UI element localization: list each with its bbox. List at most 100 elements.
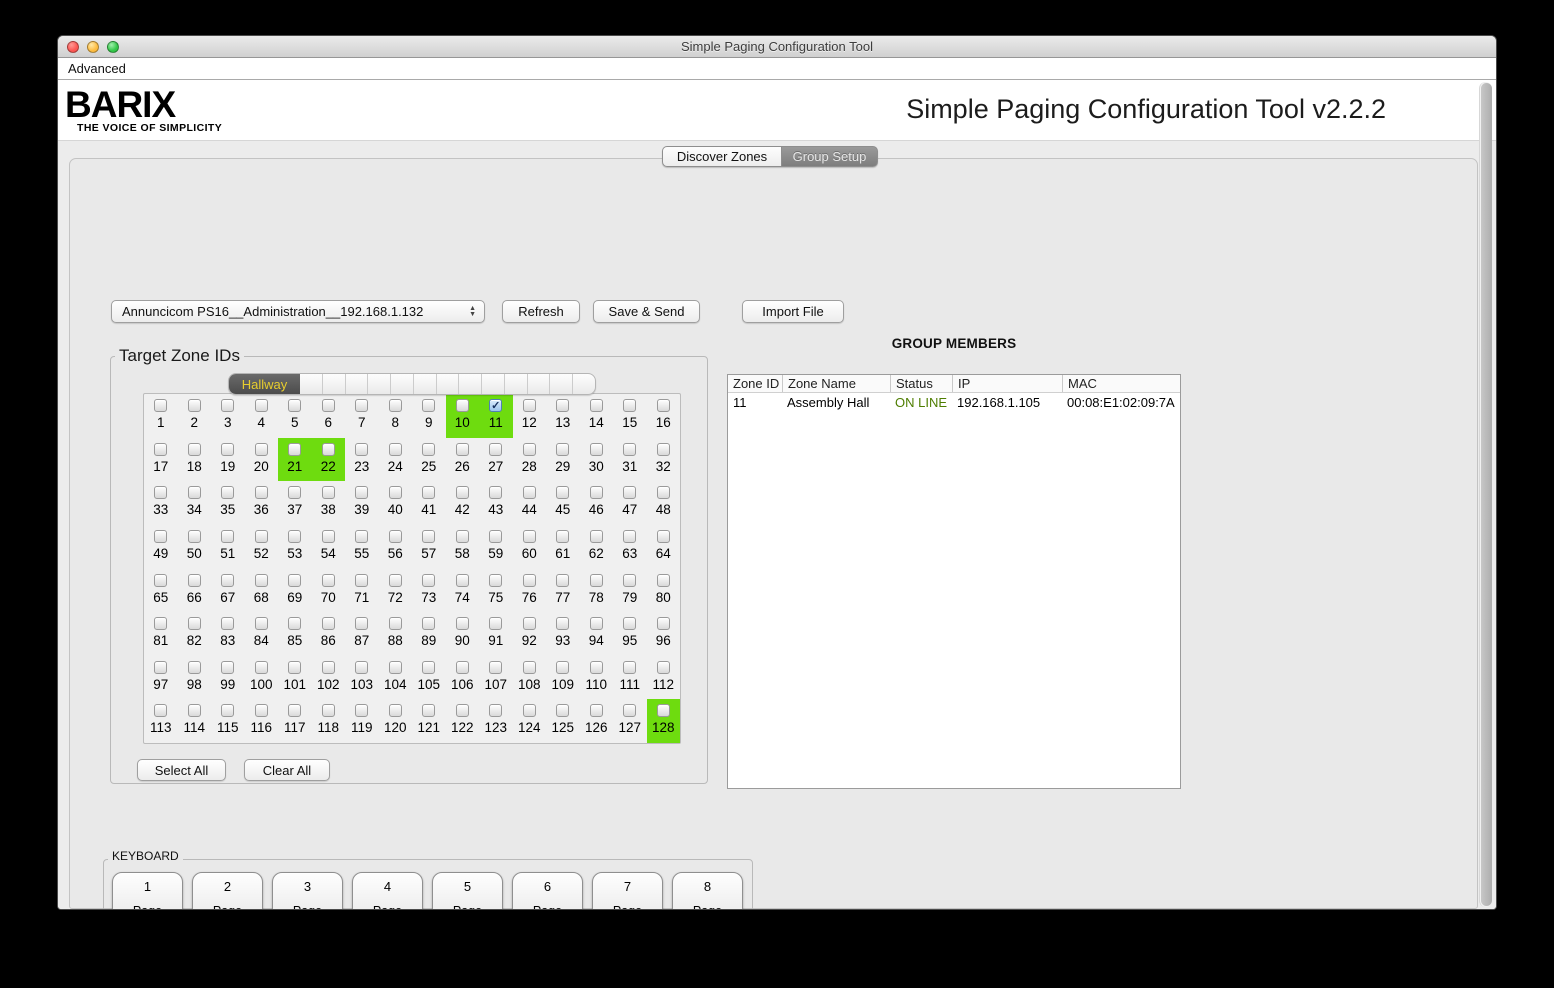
zone-cell-34[interactable]: 34 [178, 481, 212, 525]
select-all-button[interactable]: Select All [137, 759, 226, 781]
zone-checkbox-33[interactable] [154, 486, 167, 499]
zone-cell-59[interactable]: 59 [479, 525, 513, 569]
zone-cell-58[interactable]: 58 [446, 525, 480, 569]
zone-checkbox-93[interactable] [556, 617, 569, 630]
zone-checkbox-95[interactable] [623, 617, 636, 630]
zone-checkbox-126[interactable] [590, 704, 603, 717]
zone-cell-65[interactable]: 65 [144, 569, 178, 613]
zone-checkbox-116[interactable] [255, 704, 268, 717]
zone-cell-126[interactable]: 126 [580, 699, 614, 743]
zone-checkbox-1[interactable] [154, 399, 167, 412]
zone-checkbox-37[interactable] [288, 486, 301, 499]
page-group-key-7[interactable]: 7PageGroup 7 [592, 872, 663, 910]
zone-checkbox-107[interactable] [489, 661, 502, 674]
zone-cell-54[interactable]: 54 [312, 525, 346, 569]
zone-cell-80[interactable]: 80 [647, 569, 681, 613]
zone-checkbox-106[interactable] [456, 661, 469, 674]
zone-cell-49[interactable]: 49 [144, 525, 178, 569]
zone-checkbox-11[interactable]: ✓ [489, 399, 502, 412]
zone-cell-11[interactable]: ✓11 [479, 394, 513, 438]
zone-cell-86[interactable]: 86 [312, 612, 346, 656]
zone-checkbox-75[interactable] [489, 574, 502, 587]
zone-cell-125[interactable]: 125 [546, 699, 580, 743]
page-group-key-1[interactable]: 1PageGroup 1 [112, 872, 183, 910]
zone-checkbox-60[interactable] [523, 530, 536, 543]
zone-cell-127[interactable]: 127 [613, 699, 647, 743]
zone-cell-44[interactable]: 44 [513, 481, 547, 525]
page-group-key-3[interactable]: 3PageGroup 3 [272, 872, 343, 910]
zone-cell-107[interactable]: 107 [479, 656, 513, 700]
zone-checkbox-121[interactable] [422, 704, 435, 717]
zone-checkbox-102[interactable] [322, 661, 335, 674]
vertical-scrollbar[interactable] [1479, 82, 1492, 907]
zone-cell-128[interactable]: 128 [647, 699, 681, 743]
zone-checkbox-88[interactable] [389, 617, 402, 630]
zone-checkbox-41[interactable] [422, 486, 435, 499]
zone-checkbox-30[interactable] [590, 443, 603, 456]
zone-checkbox-4[interactable] [255, 399, 268, 412]
zone-checkbox-27[interactable] [489, 443, 502, 456]
zone-cell-8[interactable]: 8 [379, 394, 413, 438]
zone-checkbox-78[interactable] [590, 574, 603, 587]
zone-checkbox-28[interactable] [523, 443, 536, 456]
zone-checkbox-2[interactable] [188, 399, 201, 412]
zone-cell-9[interactable]: 9 [412, 394, 446, 438]
zone-checkbox-62[interactable] [590, 530, 603, 543]
zone-cell-114[interactable]: 114 [178, 699, 212, 743]
zone-cell-16[interactable]: 16 [647, 394, 681, 438]
zone-checkbox-63[interactable] [623, 530, 636, 543]
save-send-button[interactable]: Save & Send [593, 300, 700, 323]
zone-checkbox-15[interactable] [623, 399, 636, 412]
zone-cell-39[interactable]: 39 [345, 481, 379, 525]
zone-checkbox-55[interactable] [355, 530, 368, 543]
zone-cell-121[interactable]: 121 [412, 699, 446, 743]
refresh-button[interactable]: Refresh [502, 300, 580, 323]
zone-checkbox-91[interactable] [489, 617, 502, 630]
zone-checkbox-128[interactable] [657, 704, 670, 717]
zone-checkbox-16[interactable] [657, 399, 670, 412]
zone-cell-91[interactable]: 91 [479, 612, 513, 656]
zone-checkbox-45[interactable] [556, 486, 569, 499]
zone-cell-64[interactable]: 64 [647, 525, 681, 569]
zone-cell-96[interactable]: 96 [647, 612, 681, 656]
tab-group-setup[interactable]: Group Setup [781, 146, 878, 167]
zone-cell-84[interactable]: 84 [245, 612, 279, 656]
group-tab-empty[interactable] [436, 374, 459, 394]
zone-checkbox-14[interactable] [590, 399, 603, 412]
zone-cell-76[interactable]: 76 [513, 569, 547, 613]
zone-checkbox-68[interactable] [255, 574, 268, 587]
zone-checkbox-36[interactable] [255, 486, 268, 499]
import-file-button[interactable]: Import File [742, 300, 844, 323]
zone-checkbox-5[interactable] [288, 399, 301, 412]
zone-cell-31[interactable]: 31 [613, 438, 647, 482]
zone-cell-62[interactable]: 62 [580, 525, 614, 569]
group-tab-empty[interactable] [504, 374, 527, 394]
zone-checkbox-57[interactable] [422, 530, 435, 543]
group-tab-empty[interactable] [390, 374, 413, 394]
zone-cell-72[interactable]: 72 [379, 569, 413, 613]
page-group-key-4[interactable]: 4PageGroup 4 [352, 872, 423, 910]
zone-checkbox-82[interactable] [188, 617, 201, 630]
group-tab-empty[interactable] [345, 374, 368, 394]
zone-cell-122[interactable]: 122 [446, 699, 480, 743]
zone-cell-79[interactable]: 79 [613, 569, 647, 613]
zone-checkbox-83[interactable] [221, 617, 234, 630]
zone-checkbox-32[interactable] [657, 443, 670, 456]
zone-checkbox-81[interactable] [154, 617, 167, 630]
zone-cell-20[interactable]: 20 [245, 438, 279, 482]
zone-cell-5[interactable]: 5 [278, 394, 312, 438]
zone-checkbox-89[interactable] [422, 617, 435, 630]
zone-checkbox-29[interactable] [556, 443, 569, 456]
zone-cell-112[interactable]: 112 [647, 656, 681, 700]
zone-cell-6[interactable]: 6 [312, 394, 346, 438]
zone-cell-30[interactable]: 30 [580, 438, 614, 482]
zone-checkbox-79[interactable] [623, 574, 636, 587]
zone-checkbox-10[interactable] [456, 399, 469, 412]
zone-checkbox-110[interactable] [590, 661, 603, 674]
zone-checkbox-112[interactable] [657, 661, 670, 674]
zone-cell-120[interactable]: 120 [379, 699, 413, 743]
group-tab-empty[interactable] [458, 374, 481, 394]
page-group-key-2[interactable]: 2PageGroup 2 [192, 872, 263, 910]
zone-checkbox-104[interactable] [389, 661, 402, 674]
zone-cell-99[interactable]: 99 [211, 656, 245, 700]
